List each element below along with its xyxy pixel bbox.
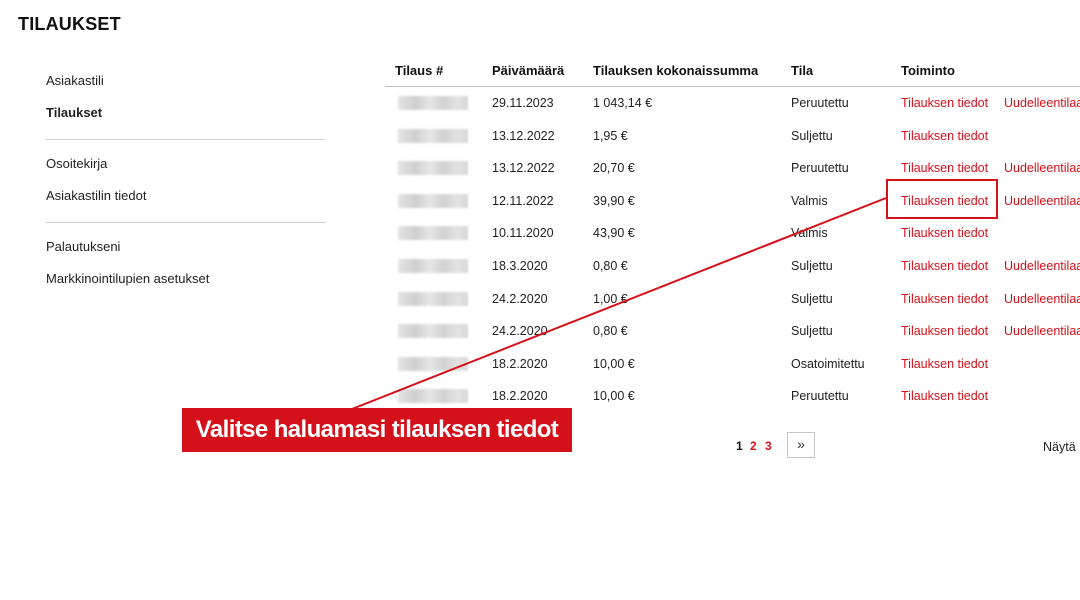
next-page-button[interactable]: » xyxy=(787,432,815,458)
double-chevron-right-icon: » xyxy=(797,436,805,452)
page-3-link[interactable]: 3 xyxy=(765,439,772,453)
pointer-line xyxy=(351,197,887,410)
page-2-link[interactable]: 2 xyxy=(750,439,757,453)
callout-banner: Valitse haluamasi tilauksen tiedot xyxy=(182,408,572,452)
page-size-label: Näytä xyxy=(1043,440,1076,454)
page-1-link[interactable]: 1 xyxy=(736,439,743,453)
